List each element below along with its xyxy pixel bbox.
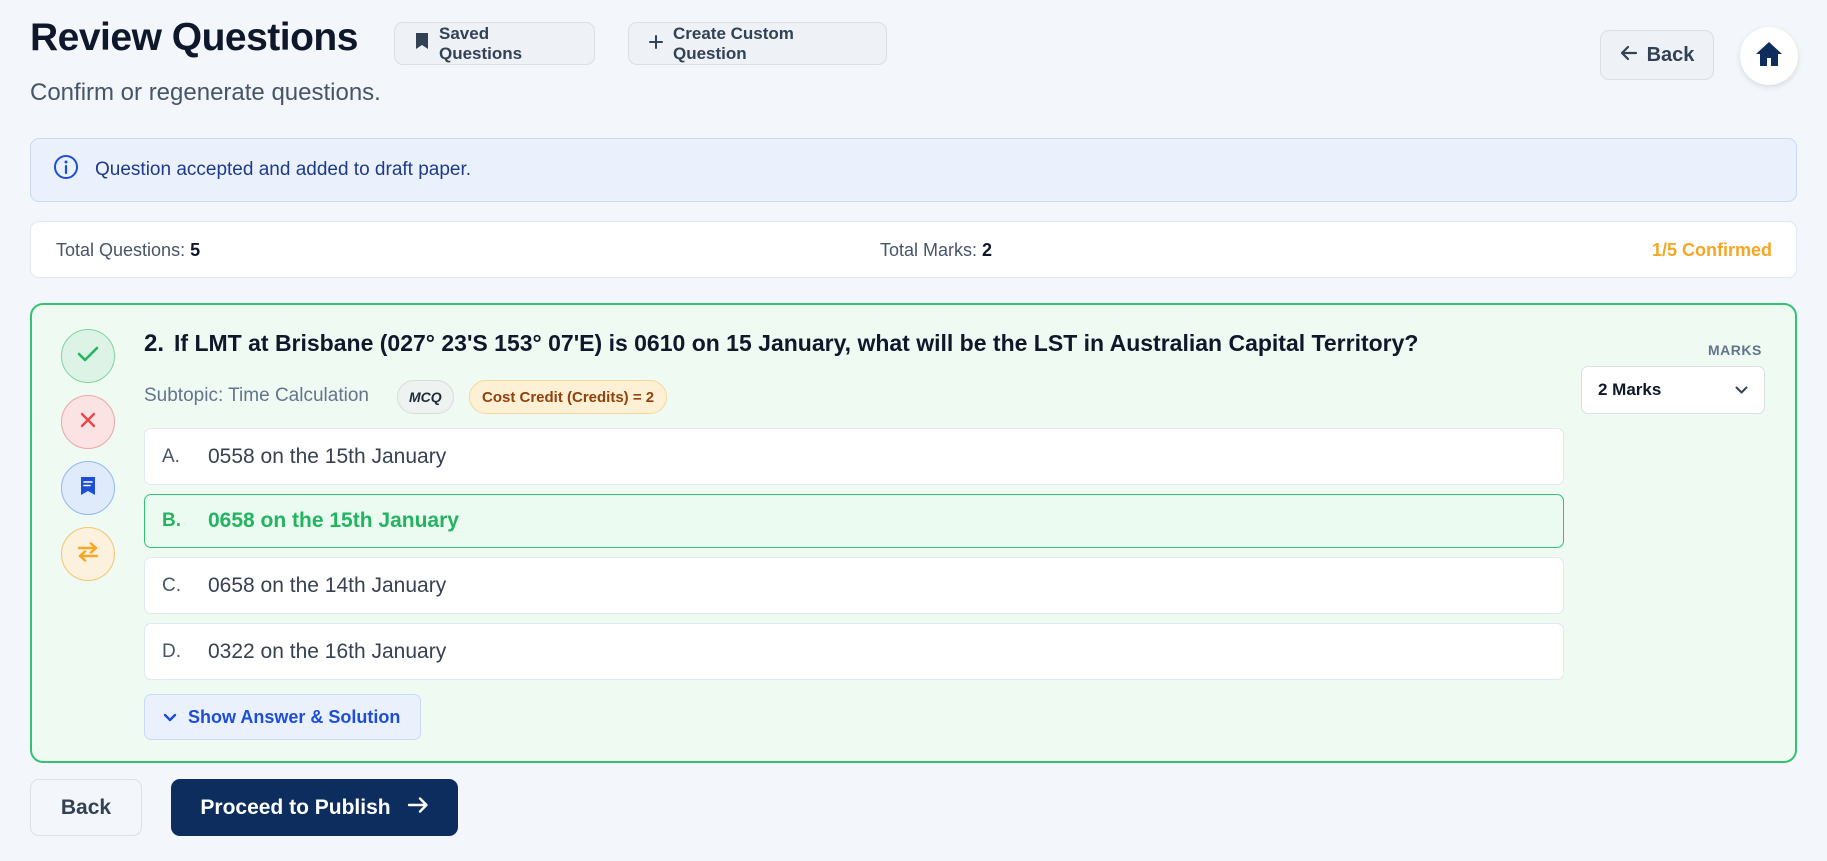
option-letter: A. (162, 445, 180, 467)
page-subtitle: Confirm or regenerate questions. (30, 79, 381, 106)
accept-question-button[interactable] (61, 329, 115, 383)
arrow-right-icon (407, 796, 429, 820)
alert-message: Question accepted and added to draft pap… (95, 159, 472, 180)
home-button[interactable] (1740, 27, 1798, 85)
back-label: Back (1646, 43, 1695, 66)
subtopic: Subtopic: Time Calculation (144, 385, 369, 406)
save-question-button[interactable] (61, 461, 115, 515)
stats-bar: Total Questions: 5 Total Marks: 2 1/5 Co… (30, 221, 1797, 278)
option-a[interactable]: A. 0558 on the 15th January (144, 428, 1564, 485)
chevron-down-icon (1735, 380, 1748, 400)
credit-badge: Cost Credit (Credits) = 2 (469, 380, 668, 414)
option-text: 0322 on the 16th January (208, 639, 447, 663)
home-icon (1754, 40, 1784, 73)
question-number: 2. (144, 330, 165, 357)
saved-questions-button[interactable]: Saved Questions (394, 22, 595, 65)
option-text: 0658 on the 15th January (208, 509, 459, 532)
option-letter: C. (162, 574, 181, 596)
create-custom-question-label: Create Custom Question (673, 23, 794, 63)
saved-questions-label: Saved Questions (439, 23, 523, 63)
page-title: Review Questions (30, 16, 358, 59)
confirmed-count: 1/5 Confirmed (1651, 240, 1772, 260)
type-badge: MCQ (397, 380, 454, 414)
total-marks-label: Total Marks: (880, 240, 978, 260)
option-d[interactable]: D. 0322 on the 16th January (144, 623, 1564, 680)
total-questions-value: 5 (190, 240, 201, 260)
marks-label: MARKS (1708, 342, 1762, 358)
question-text: 2. If LMT at Brisbane (027° 23'S 153° 07'… (144, 330, 1418, 358)
option-letter: B. (162, 510, 181, 531)
option-c[interactable]: C. 0658 on the 14th January (144, 557, 1564, 614)
regenerate-question-button[interactable] (61, 527, 115, 581)
info-alert: Question accepted and added to draft pap… (30, 138, 1797, 202)
option-b[interactable]: B. 0658 on the 15th January (144, 494, 1564, 548)
show-answer-label: Show Answer & Solution (188, 706, 401, 727)
back-button-bottom[interactable]: Back (30, 779, 142, 836)
reject-question-button[interactable] (61, 395, 115, 449)
create-custom-question-button[interactable]: Create Custom Question (628, 22, 887, 65)
marks-select[interactable]: 2 Marks (1581, 366, 1765, 414)
publish-label: Proceed to Publish (200, 795, 391, 819)
total-marks-value: 2 (982, 240, 993, 260)
total-questions-stat: Total Questions: 5 (56, 240, 200, 261)
marks-value: 2 Marks (1598, 380, 1662, 399)
close-icon (79, 411, 97, 434)
back-button-top[interactable]: Back (1600, 30, 1714, 80)
info-icon (53, 154, 79, 186)
option-letter: D. (162, 640, 181, 662)
total-marks-stat: Total Marks: 2 (880, 240, 992, 261)
arrow-left-icon (1620, 44, 1638, 67)
plus-icon (649, 34, 663, 54)
bookmark-comment-icon (79, 476, 97, 501)
swap-icon (76, 541, 100, 567)
total-questions-label: Total Questions: (56, 240, 186, 260)
bookmark-icon (415, 32, 429, 55)
question-card: 2. If LMT at Brisbane (027° 23'S 153° 07'… (30, 303, 1797, 763)
question-body: If LMT at Brisbane (027° 23'S 153° 07'E)… (174, 330, 1419, 356)
show-answer-button[interactable]: Show Answer & Solution (144, 694, 422, 740)
option-text: 0558 on the 15th January (208, 444, 447, 468)
check-icon (77, 345, 99, 368)
chevron-down-icon (163, 707, 177, 728)
proceed-to-publish-button[interactable]: Proceed to Publish (171, 779, 458, 836)
option-text: 0658 on the 14th January (208, 573, 447, 597)
